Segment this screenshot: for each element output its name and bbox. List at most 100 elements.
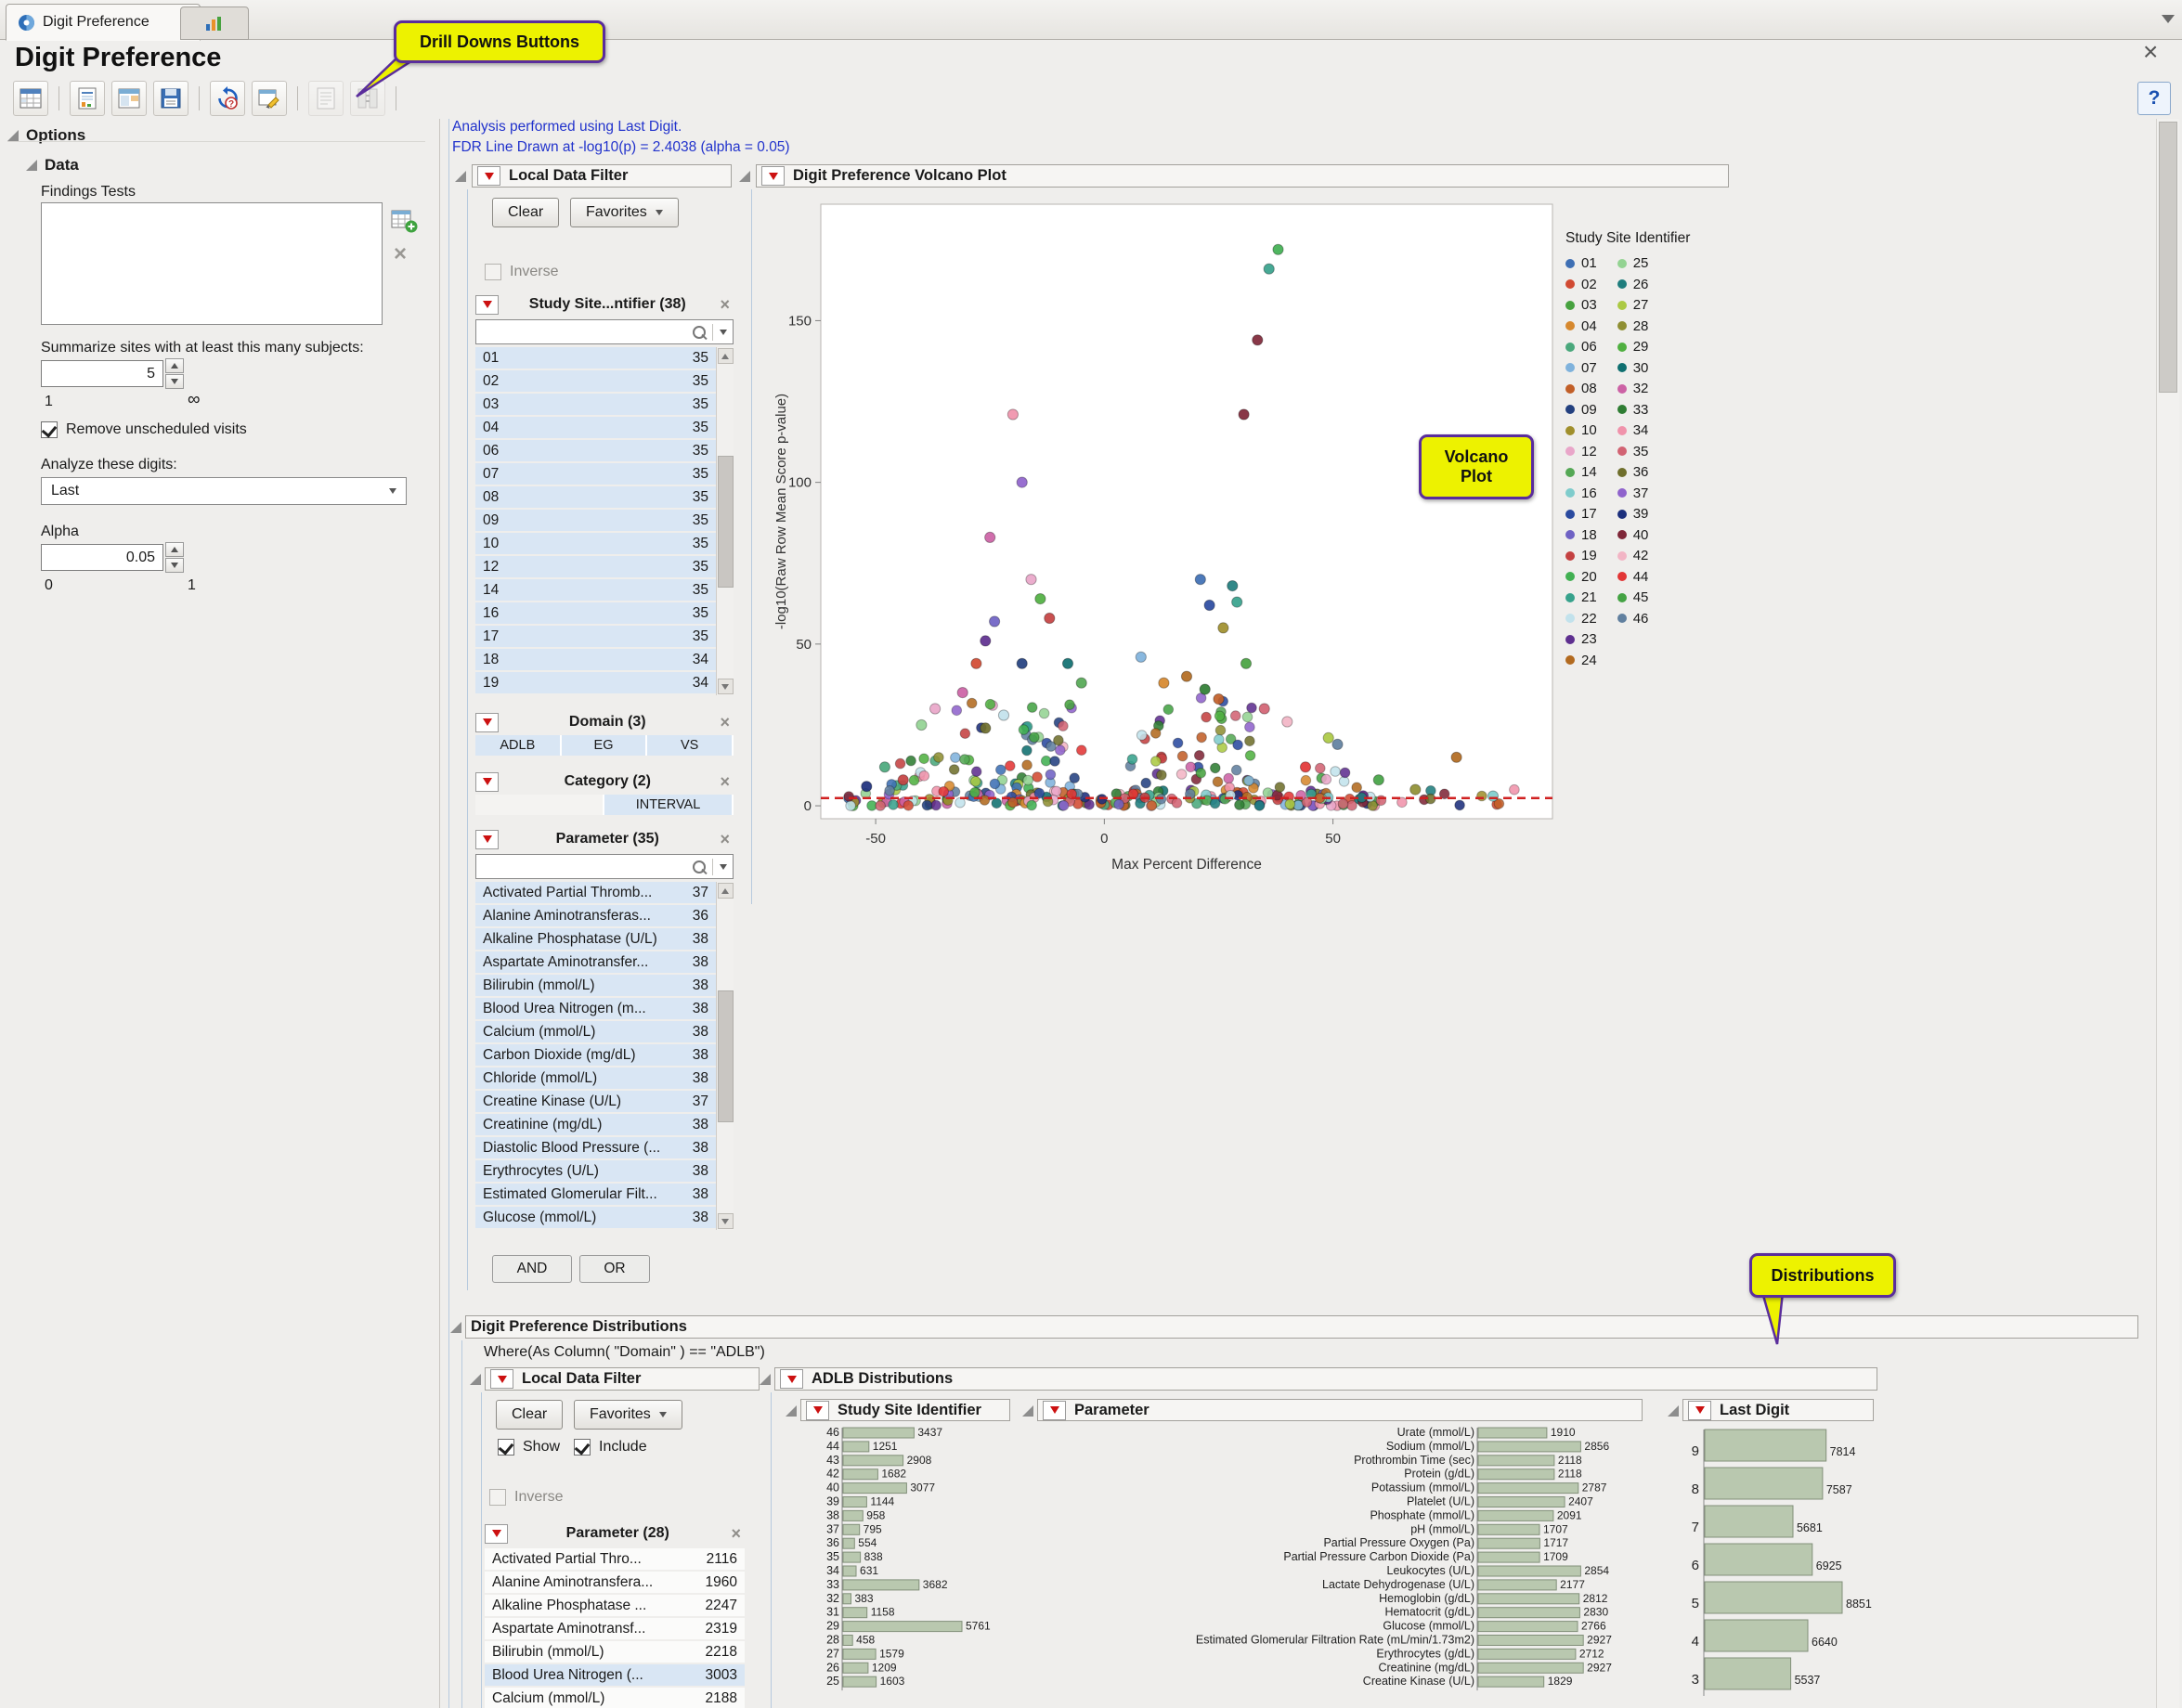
site-dist-header[interactable]: Study Site Identifier [800, 1399, 1010, 1421]
category-segments[interactable]: INTERVAL [475, 795, 734, 815]
filter-row[interactable]: 1735 [475, 626, 716, 649]
filter-row[interactable]: 0835 [475, 486, 716, 510]
parameter-distribution-chart[interactable]: Urate (mmol/L)1910Sodium (mmol/L)2856Pro… [1040, 1424, 1642, 1708]
legend-item[interactable]: 39 [1617, 507, 1649, 522]
filter-row[interactable]: 0235 [475, 370, 716, 394]
dist-inverse-checkbox[interactable] [489, 1489, 506, 1506]
collapse-icon[interactable] [26, 160, 37, 171]
tab-chart[interactable] [180, 6, 249, 40]
scroll-up-icon[interactable] [718, 883, 734, 899]
legend-item[interactable]: 12 [1565, 445, 1597, 459]
legend-item[interactable]: 03 [1565, 298, 1597, 313]
filter-row[interactable]: 1235 [475, 556, 716, 579]
parameter-filter-list[interactable]: Activated Partial Thromb...37Alanine Ami… [475, 882, 734, 1230]
legend-item[interactable]: 25 [1617, 256, 1649, 271]
segment-blank[interactable] [475, 795, 604, 815]
filter-row[interactable]: 0335 [475, 394, 716, 417]
and-button[interactable]: AND [492, 1255, 572, 1283]
legend-item[interactable]: 30 [1617, 361, 1649, 376]
tab-overflow-icon[interactable] [2162, 15, 2175, 23]
site-search-input[interactable] [475, 319, 734, 344]
segment-INTERVAL[interactable]: INTERVAL [604, 795, 734, 815]
local-data-filter-header[interactable]: Local Data Filter [472, 164, 732, 188]
alpha-input[interactable]: 0.05 [41, 544, 163, 571]
legend-item[interactable]: 29 [1617, 340, 1649, 355]
filter-row[interactable]: Calcium (mmol/L)2188 [485, 1688, 745, 1708]
dist-local-data-filter-header[interactable]: Local Data Filter [485, 1367, 760, 1391]
filter-row[interactable]: Calcium (mmol/L)38 [475, 1021, 716, 1044]
collapse-icon[interactable] [1022, 1405, 1033, 1417]
filter-row[interactable]: Estimated Glomerular Filt...38 [475, 1184, 716, 1207]
main-scrollbar-thumb[interactable] [2159, 122, 2177, 393]
red-triangle-menu-icon[interactable] [780, 1369, 803, 1389]
legend-item[interactable]: 33 [1617, 403, 1649, 418]
collapse-icon[interactable] [739, 171, 750, 182]
param-dist-header[interactable]: Parameter [1037, 1399, 1643, 1421]
red-triangle-menu-icon[interactable] [490, 1369, 513, 1389]
filter-row[interactable]: Aspartate Aminotransfer...38 [475, 951, 716, 975]
legend-item[interactable]: 42 [1617, 549, 1649, 563]
last-digit-distribution-chart[interactable]: 97814875877568166925588514664035537 [1684, 1424, 1876, 1708]
legend-item[interactable]: 04 [1565, 319, 1597, 334]
legend-item[interactable]: 08 [1565, 382, 1597, 396]
close-icon[interactable]: × [716, 295, 734, 315]
filter-row[interactable]: 0735 [475, 463, 716, 486]
legend-item[interactable]: 22 [1565, 612, 1597, 627]
last-digit-header[interactable]: Last Digit [1682, 1399, 1874, 1421]
legend-item[interactable]: 37 [1617, 486, 1649, 501]
site-distribution-chart[interactable]: 4634374412514329084216824030773911443895… [812, 1424, 1012, 1708]
dist-clear-button[interactable]: Clear [496, 1400, 563, 1430]
scroll-down-icon[interactable] [718, 679, 734, 694]
legend-item[interactable]: 45 [1617, 590, 1649, 605]
legend-item[interactable]: 32 [1617, 382, 1649, 396]
legend-item[interactable]: 40 [1617, 528, 1649, 543]
filter-row[interactable]: 1934 [475, 672, 716, 695]
show-checkbox[interactable] [498, 1439, 514, 1456]
dist-parameter-filter-list[interactable]: Activated Partial Thro...2116Alanine Ami… [485, 1548, 745, 1708]
red-triangle-menu-icon[interactable] [1688, 1401, 1711, 1420]
redo-analysis-icon[interactable]: ? [210, 81, 245, 116]
add-table-icon[interactable] [390, 206, 418, 239]
legend-item[interactable]: 34 [1617, 423, 1649, 438]
inverse-checkbox[interactable] [485, 264, 501, 280]
legend-item[interactable]: 35 [1617, 445, 1649, 459]
close-icon[interactable]: × [2143, 37, 2158, 67]
filter-row[interactable]: Alanine Aminotransfera...1960 [485, 1572, 745, 1595]
filter-row[interactable]: Bilirubin (mmol/L)2218 [485, 1641, 745, 1664]
or-button[interactable]: OR [579, 1255, 650, 1283]
red-triangle-menu-icon[interactable] [475, 295, 499, 315]
alpha-stepper[interactable] [165, 542, 184, 573]
remove-unscheduled-checkbox[interactable] [41, 421, 58, 438]
filter-row[interactable]: Alkaline Phosphatase (U/L)38 [475, 928, 716, 951]
chevron-down-icon[interactable] [720, 864, 727, 870]
include-checkbox[interactable] [574, 1439, 591, 1456]
tab-digit-preference[interactable]: Digit Preference [6, 4, 201, 41]
scroll-down-icon[interactable] [718, 1213, 734, 1229]
legend-item[interactable]: 27 [1617, 298, 1649, 313]
filter-row[interactable]: 1435 [475, 579, 716, 602]
collapse-icon[interactable] [1668, 1405, 1679, 1417]
filter-row[interactable]: 1635 [475, 602, 716, 626]
filter-row[interactable]: 0635 [475, 440, 716, 463]
legend-item[interactable]: 19 [1565, 549, 1597, 563]
filter-row[interactable]: Glucose (mmol/L)38 [475, 1207, 716, 1230]
summarize-input[interactable]: 5 [41, 360, 163, 387]
options-header[interactable]: Options [7, 126, 85, 145]
data-header[interactable]: Data [26, 156, 79, 175]
list-scrollbar[interactable] [716, 347, 734, 695]
legend-item[interactable]: 16 [1565, 486, 1597, 501]
legend-item[interactable]: 01 [1565, 256, 1597, 271]
summarize-stepper[interactable] [165, 358, 184, 389]
filter-row[interactable]: Chloride (mmol/L)38 [475, 1068, 716, 1091]
filter-row[interactable]: Alkaline Phosphatase ...2247 [485, 1595, 745, 1618]
filter-row[interactable]: 1035 [475, 533, 716, 556]
filter-row[interactable]: Creatine Kinase (U/L)37 [475, 1091, 716, 1114]
data-table-icon[interactable] [13, 81, 48, 116]
collapse-icon[interactable] [455, 171, 466, 182]
filter-row[interactable]: Blood Urea Nitrogen (...3003 [485, 1664, 745, 1688]
collapse-icon[interactable] [786, 1405, 797, 1417]
help-button[interactable]: ? [2137, 82, 2171, 115]
legend-item[interactable]: 20 [1565, 570, 1597, 585]
filter-row[interactable]: Bilirubin (mmol/L)38 [475, 975, 716, 998]
red-triangle-menu-icon[interactable] [477, 166, 500, 186]
